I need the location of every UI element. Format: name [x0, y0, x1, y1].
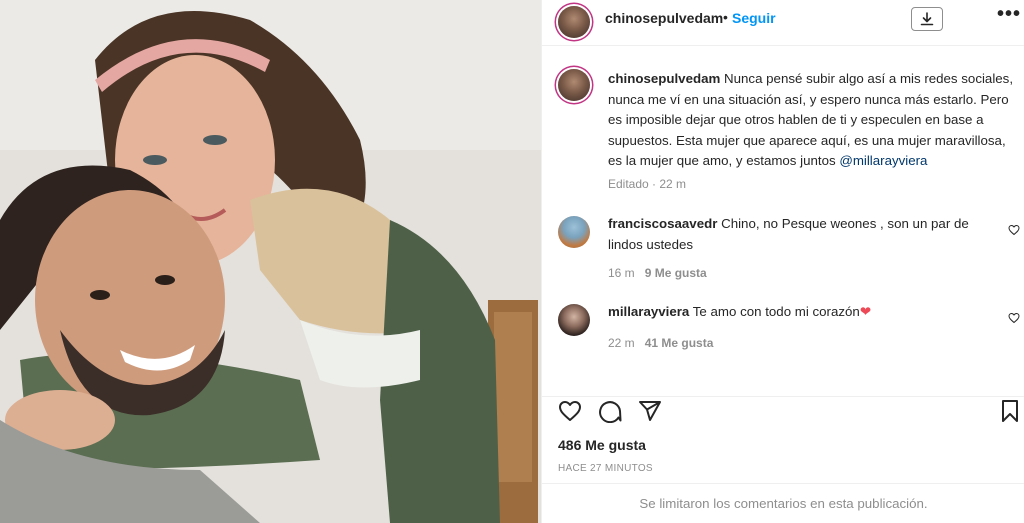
- comment-time: 16 m: [608, 266, 635, 280]
- comment-meta: 16 m 9 Me gusta: [608, 266, 707, 280]
- post-header: chinosepulvedam • Seguir •••: [542, 0, 1024, 46]
- action-bar: [542, 396, 1024, 426]
- post-details-panel: chinosepulvedam • Seguir ••• chinosepulv…: [541, 0, 1024, 523]
- comment-meta: 22 m 41 Me gusta: [608, 336, 713, 350]
- caption-username[interactable]: chinosepulvedam: [608, 71, 720, 86]
- heart-icon[interactable]: [558, 399, 582, 423]
- comment-text: millarayviera Te amo con todo mi corazón…: [608, 302, 978, 323]
- post-photo[interactable]: [0, 0, 541, 523]
- comment-text: franciscosaavedr Chino, no Pesque weones…: [608, 214, 978, 255]
- comment-icon[interactable]: [598, 399, 622, 423]
- download-button[interactable]: [911, 7, 943, 31]
- separator-dot: •: [723, 9, 728, 25]
- post-time-ago: HACE 27 MINUTOS: [558, 463, 653, 474]
- caption-author-avatar[interactable]: [558, 69, 590, 101]
- commenter-avatar[interactable]: [558, 304, 590, 336]
- comment-body: Te amo con todo mi corazón: [689, 304, 860, 319]
- share-icon[interactable]: [638, 399, 662, 423]
- comments-limited-text: Se limitaron los comentarios en esta pub…: [639, 496, 928, 511]
- more-options-icon[interactable]: •••: [997, 3, 1021, 26]
- caption-meta: Editado · 22 m: [608, 177, 687, 191]
- author-username[interactable]: chinosepulvedam: [605, 10, 723, 26]
- comment-time: 22 m: [608, 336, 635, 350]
- likes-count[interactable]: 486 Me gusta: [558, 437, 646, 453]
- comment-like-icon[interactable]: [1008, 312, 1020, 324]
- heart-emoji: ❤: [859, 304, 871, 319]
- follow-button[interactable]: Seguir: [732, 10, 776, 26]
- comment-like-icon[interactable]: [1008, 224, 1020, 236]
- download-icon: [920, 12, 934, 26]
- caption-mention[interactable]: @millarayviera: [839, 153, 927, 168]
- comment-likes[interactable]: 41 Me gusta: [645, 336, 714, 350]
- caption-text: chinosepulvedam Nunca pensé subir algo a…: [608, 69, 1018, 172]
- comment-likes[interactable]: 9 Me gusta: [645, 266, 707, 280]
- comments-limited-notice: Se limitaron los comentarios en esta pub…: [542, 483, 1024, 523]
- couple-photo-illustration: [0, 0, 541, 523]
- comment-username[interactable]: millarayviera: [608, 304, 689, 319]
- commenter-avatar[interactable]: [558, 216, 590, 248]
- bookmark-icon[interactable]: [998, 399, 1022, 423]
- author-avatar[interactable]: [558, 6, 590, 38]
- comment-username[interactable]: franciscosaavedr: [608, 216, 717, 231]
